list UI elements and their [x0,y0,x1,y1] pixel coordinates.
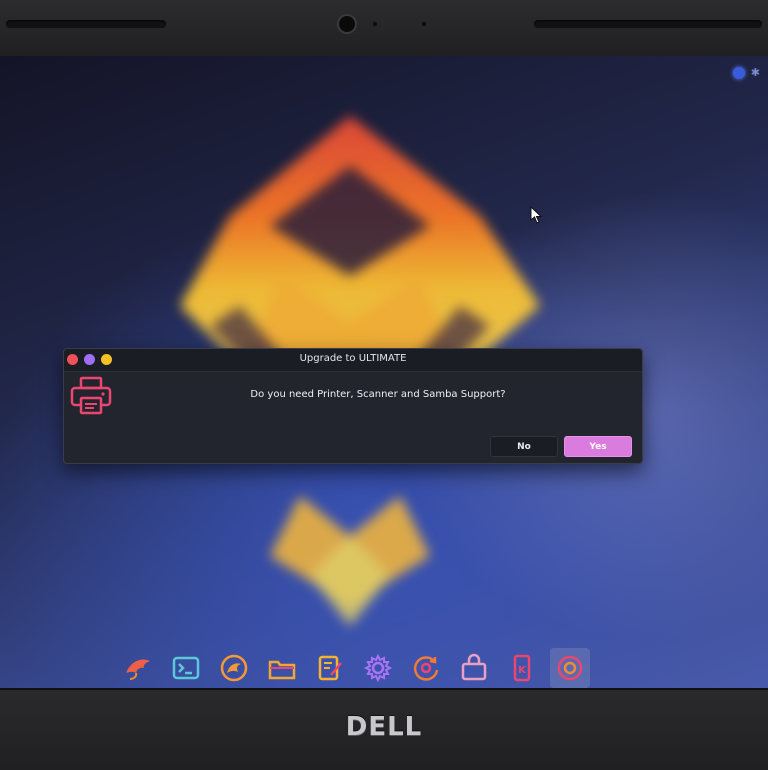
text-editor-icon [318,655,342,681]
desktop-screen: ✱ Upgrade to ULTIMATE Do you need Printe… [0,56,768,688]
browser-icon [220,654,248,682]
system-tray: ✱ [732,66,760,79]
dialog-message: Do you need Printer, Scanner and Samba S… [250,389,506,400]
settings-gear-icon [363,653,393,683]
dock-item-update[interactable] [406,648,446,688]
mouse-cursor-icon [530,206,543,224]
svg-text:K: K [518,665,527,676]
garuda-eagle-icon [126,659,150,680]
update-icon [413,656,439,681]
dialog-title: Upgrade to ULTIMATE [299,353,407,364]
kde-connect-icon: K [513,654,531,682]
dock-item-terminal[interactable] [166,648,206,688]
garuda-assistant-icon [557,655,583,681]
webcam-led [422,22,426,26]
network-icon[interactable] [732,66,745,79]
dock-item-kdeconnect[interactable]: K [502,648,542,688]
dialog-titlebar[interactable]: Upgrade to ULTIMATE [64,349,642,372]
no-button[interactable]: No [490,436,558,457]
terminal-icon [172,656,200,680]
dock-item-assistant[interactable] [550,648,590,688]
dock-item-settings[interactable] [358,648,398,688]
bluetooth-icon[interactable]: ✱ [751,66,760,79]
yes-button[interactable]: Yes [564,436,632,457]
dell-logo: DELL [345,712,423,742]
dock: K [112,648,598,688]
dock-item-files[interactable] [262,648,302,688]
bezel-bottom: DELL [0,688,768,770]
printer-icon [70,376,112,415]
webcam-icon [337,14,357,34]
speaker-grille-left [6,20,166,28]
webcam-sensor [373,22,377,26]
dock-item-browser[interactable] [214,648,254,688]
dock-item-store[interactable] [454,648,494,688]
dock-item-garuda[interactable] [118,648,158,688]
software-store-icon [461,653,487,681]
dock-item-editor[interactable] [310,648,350,688]
folder-icon [268,660,296,680]
upgrade-dialog: Upgrade to ULTIMATE Do you need Printer,… [63,348,643,464]
speaker-grille-right [534,20,762,28]
bezel-top [0,0,768,57]
